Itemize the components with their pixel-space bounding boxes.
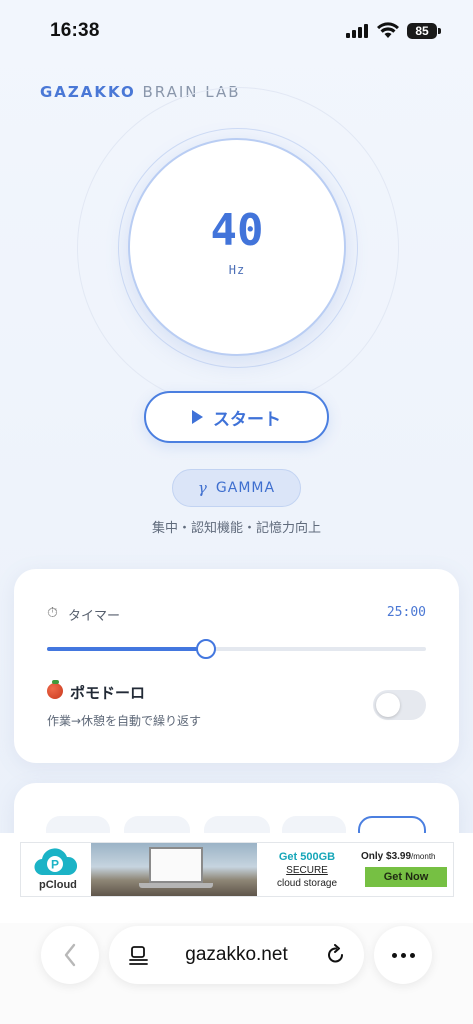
pomodoro-toggle[interactable]: [373, 690, 426, 720]
stopwatch-icon: ⏱: [47, 605, 58, 621]
toggle-knob: [376, 693, 400, 717]
battery-cap: [438, 28, 441, 34]
start-button-label: スタート: [213, 409, 281, 430]
timer-slider-fill: [47, 647, 207, 651]
laptop-image: [149, 847, 203, 883]
status-bar: 16:38 85: [0, 0, 473, 60]
brand-name: GAZAKKO: [40, 83, 136, 101]
more-icon-dot: [400, 952, 406, 958]
timer-slider[interactable]: [47, 639, 426, 659]
timer-slider-thumb[interactable]: [196, 639, 217, 659]
pcloud-logo-icon: P: [34, 848, 77, 876]
wave-type-badge[interactable]: γ GAMMA: [172, 469, 301, 507]
ad-price: Only $3.99/month: [361, 851, 436, 862]
status-time: 16:38: [50, 20, 100, 41]
start-button[interactable]: スタート: [144, 391, 329, 443]
ad-price-unit: /month: [411, 852, 436, 861]
ad-line3: cloud storage: [276, 878, 338, 889]
address-bar[interactable]: gazakko.net: [109, 926, 364, 984]
ad-headline: Get 500GB: [278, 851, 336, 863]
wave-type-label: GAMMA: [215, 480, 276, 496]
wave-description: 集中・認知機能・記憶力向上: [151, 521, 321, 536]
svg-text:P: P: [51, 858, 59, 872]
frequency-unit: Hz: [228, 263, 246, 277]
ad-brand-name: pCloud: [39, 879, 77, 891]
frequency-value: 40: [210, 205, 264, 256]
ad-copy: Get 500GB SECURE cloud storage: [257, 843, 357, 896]
play-icon: [192, 410, 203, 424]
pomodoro-label: ポモドーロ: [70, 684, 146, 702]
more-icon-dot: [391, 952, 397, 958]
ad-offer: Only $3.99/month Get Now: [357, 843, 453, 896]
pomodoro-description: 作業→休憩を自動で繰り返す: [47, 714, 202, 728]
timer-value: 25:00: [386, 605, 426, 620]
chevron-left-icon: [64, 943, 76, 967]
timer-label: タイマー: [68, 609, 121, 624]
reload-icon[interactable]: [325, 944, 347, 966]
timer-card: ⏱ タイマー 25:00 ポモドーロ 作業→休憩を自動で繰り返す: [14, 569, 459, 763]
wifi-icon: [377, 22, 399, 38]
gamma-symbol: γ: [197, 479, 208, 497]
ad-banner[interactable]: P pCloud Get 500GB SECURE cloud storage …: [20, 842, 454, 897]
tomato-leaf: [52, 680, 59, 684]
laptop-base: [139, 883, 213, 888]
battery-indicator: 85: [407, 23, 437, 39]
ad-line2: SECURE: [286, 865, 328, 876]
more-menu-button[interactable]: [374, 926, 432, 984]
tomato-icon: [47, 683, 63, 699]
cellular-signal-icon: [346, 24, 368, 38]
more-icon-dot: [409, 952, 415, 958]
ad-cta-button[interactable]: Get Now: [365, 867, 447, 887]
ad-price-value: Only $3.99: [361, 851, 412, 862]
back-button[interactable]: [41, 926, 99, 984]
